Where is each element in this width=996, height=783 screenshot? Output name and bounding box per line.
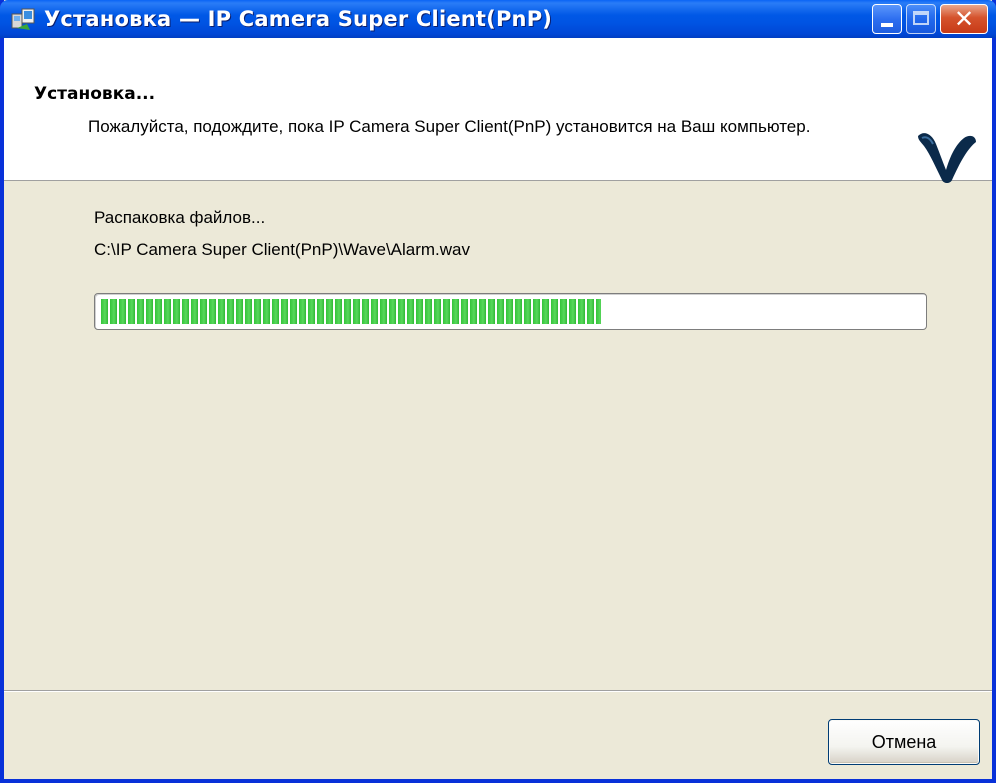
minimize-icon [881, 23, 893, 27]
minimize-button[interactable] [872, 4, 902, 34]
status-text: Распаковка файлов... [94, 208, 266, 227]
installer-window: Установка — IP Camera Super Client(PnP) … [0, 0, 996, 783]
close-button[interactable]: ✕ [940, 4, 988, 34]
title-bar[interactable]: Установка — IP Camera Super Client(PnP) … [0, 0, 996, 38]
progress-bar [94, 293, 927, 330]
installer-logo-icon [916, 126, 978, 186]
close-icon: ✕ [953, 5, 975, 33]
maximize-icon [913, 11, 929, 25]
page-title: Установка... [34, 84, 156, 104]
maximize-button[interactable] [906, 4, 936, 34]
footer-separator [4, 690, 992, 692]
current-file-path: C:\IP Camera Super Client(PnP)\Wave\Alar… [94, 240, 471, 259]
header-panel: Установка... Пожалуйста, подождите, пока… [4, 38, 992, 183]
window-title: Установка — IP Camera Super Client(PnP) [44, 7, 553, 31]
progress-bar-fill [101, 299, 601, 324]
installer-app-icon [10, 6, 36, 32]
cancel-button[interactable]: Отмена [828, 719, 980, 765]
page-subtitle: Пожалуйста, подождите, пока IP Camera Su… [88, 117, 811, 136]
